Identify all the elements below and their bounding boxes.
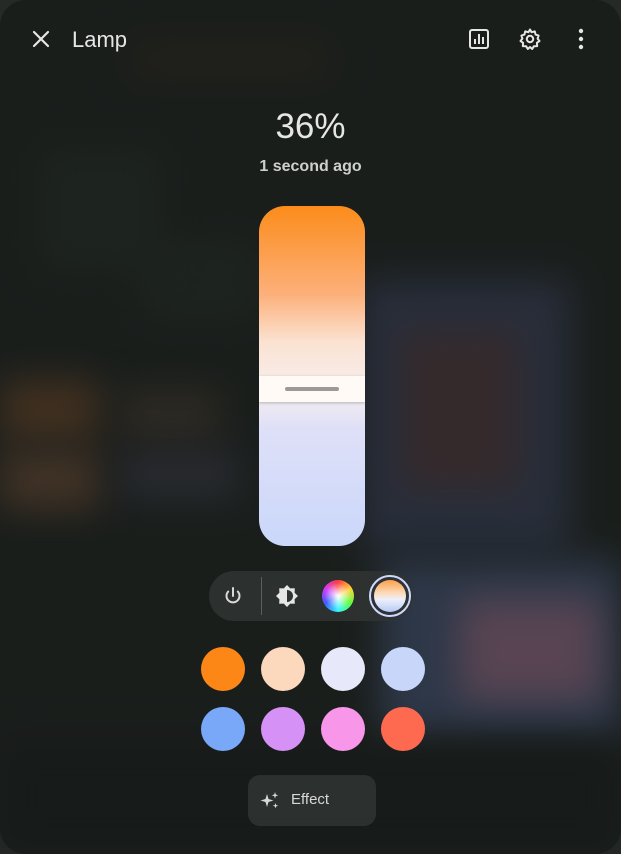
- favorite-color-swatch[interactable]: [381, 647, 425, 691]
- more-vert-icon: [578, 28, 584, 50]
- history-button[interactable]: [459, 19, 499, 59]
- light-more-info-dialog: Lamp 36% 1 second ago Effect: [0, 0, 621, 854]
- sparkles-icon: [260, 792, 279, 809]
- slider-handle[interactable]: [259, 376, 365, 402]
- effect-button[interactable]: Effect: [248, 775, 376, 826]
- favorite-color-swatch[interactable]: [321, 707, 365, 751]
- power-icon: [225, 587, 241, 604]
- close-icon: [32, 30, 50, 48]
- color-wheel-icon: [322, 580, 354, 612]
- dialog-title: Lamp: [72, 27, 128, 52]
- brightness-icon: [276, 585, 298, 607]
- favorite-color-swatch[interactable]: [201, 647, 245, 691]
- color-temperature-mode-button[interactable]: [369, 575, 411, 617]
- color-temperature-icon: [374, 580, 406, 612]
- state-value: 36%: [275, 107, 346, 146]
- settings-button[interactable]: [510, 19, 550, 59]
- more-options-button[interactable]: [561, 19, 601, 59]
- power-toggle-button[interactable]: [213, 576, 253, 616]
- mode-selector: [209, 571, 413, 621]
- favorite-color-swatch[interactable]: [201, 707, 245, 751]
- gear-icon: [519, 28, 541, 50]
- color-temperature-slider[interactable]: [259, 206, 365, 546]
- history-chart-icon: [469, 29, 489, 49]
- slider-grip: [285, 387, 339, 391]
- brightness-mode-button[interactable]: [267, 576, 307, 616]
- color-mode-button[interactable]: [318, 576, 358, 616]
- favorite-color-swatch[interactable]: [261, 707, 305, 751]
- favorite-color-swatch[interactable]: [261, 647, 305, 691]
- dialog-header: Lamp: [0, 0, 621, 80]
- mode-divider: [261, 577, 262, 615]
- effect-label: Effect: [291, 791, 330, 808]
- last-changed: 1 second ago: [259, 158, 362, 175]
- favorite-color-swatch[interactable]: [321, 647, 365, 691]
- favorite-color-swatch[interactable]: [381, 707, 425, 751]
- close-button[interactable]: [21, 19, 61, 59]
